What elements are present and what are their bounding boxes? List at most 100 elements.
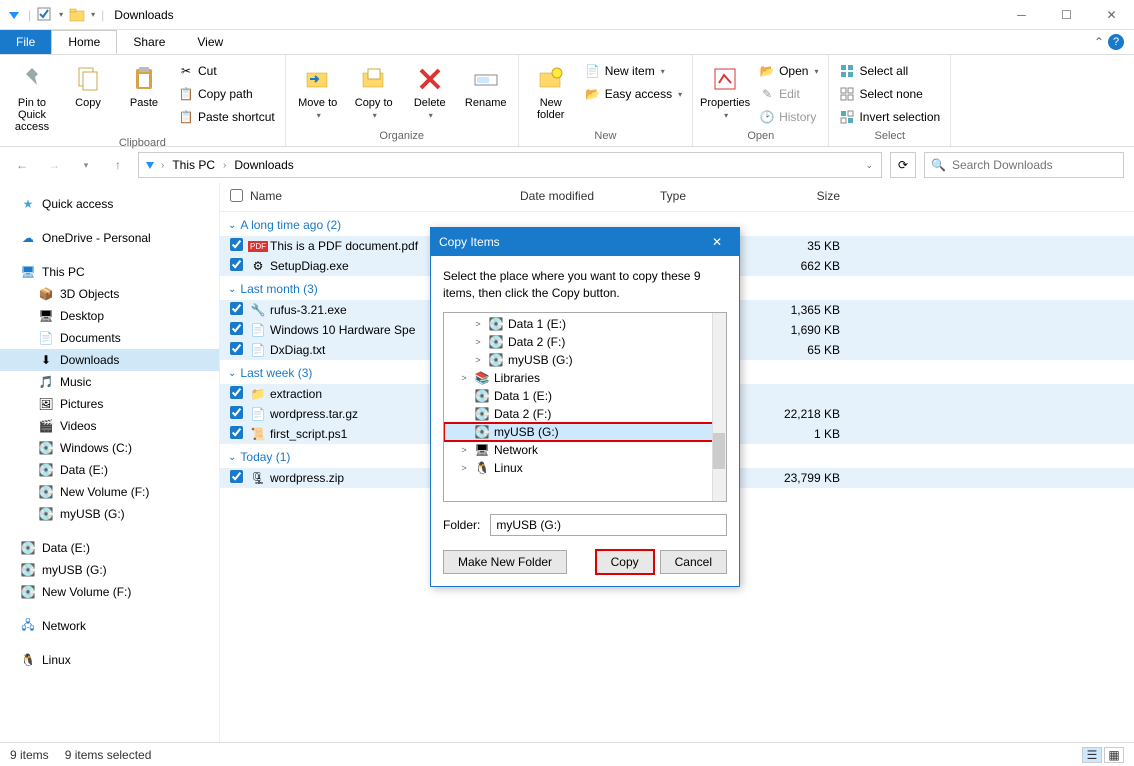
expand-icon[interactable]: > xyxy=(472,355,484,365)
tab-share[interactable]: Share xyxy=(117,30,181,54)
nav-onedrive[interactable]: ☁OneDrive - Personal xyxy=(0,227,219,249)
maximize-button[interactable]: ☐ xyxy=(1044,0,1089,30)
tree-item-linux[interactable]: >🐧Linux xyxy=(444,459,726,477)
tree-item-data-1-e-[interactable]: 💽Data 1 (E:) xyxy=(444,387,726,405)
nav-item-data-e-[interactable]: 💽Data (E:) xyxy=(0,459,219,481)
cut-button[interactable]: ✂Cut xyxy=(174,61,279,81)
dialog-close-button[interactable]: ✕ xyxy=(703,228,731,256)
nav-item-new-volume-f-[interactable]: 💽New Volume (F:) xyxy=(0,481,219,503)
scrollbar-thumb[interactable] xyxy=(713,433,725,469)
row-checkbox[interactable] xyxy=(230,322,243,335)
nav-item-windows-c-[interactable]: 💽Windows (C:) xyxy=(0,437,219,459)
tree-item-data-2-f-[interactable]: >💽Data 2 (F:) xyxy=(444,333,726,351)
expand-icon[interactable]: > xyxy=(472,319,484,329)
up-button[interactable]: ↑ xyxy=(106,153,130,177)
pin-button[interactable]: Pin to Quick access xyxy=(6,61,58,135)
cancel-button[interactable]: Cancel xyxy=(660,550,727,574)
nav-item-desktop[interactable]: 🖥Desktop xyxy=(0,305,219,327)
nav-item-documents[interactable]: 📄Documents xyxy=(0,327,219,349)
copy-path-button[interactable]: 📋Copy path xyxy=(174,84,279,104)
expand-icon[interactable]: > xyxy=(458,445,470,455)
paste-button[interactable]: Paste xyxy=(118,61,170,111)
search-input[interactable] xyxy=(952,158,1117,172)
make-new-folder-button[interactable]: Make New Folder xyxy=(443,550,567,574)
tab-view[interactable]: View xyxy=(181,30,239,54)
col-name[interactable]: Name xyxy=(250,189,520,205)
tree-item-myusb-g-[interactable]: 💽myUSB (G:) xyxy=(444,423,726,441)
back-button[interactable]: ← xyxy=(10,153,34,177)
row-checkbox[interactable] xyxy=(230,342,243,355)
tab-home[interactable]: Home xyxy=(51,30,117,54)
row-checkbox[interactable] xyxy=(230,238,243,251)
view-icons-button[interactable]: ▦ xyxy=(1104,747,1124,763)
row-checkbox[interactable] xyxy=(230,470,243,483)
tree-item-myusb-g-[interactable]: >💽myUSB (G:) xyxy=(444,351,726,369)
chevron-icon[interactable]: › xyxy=(223,160,226,171)
tree-item-network[interactable]: >🖥Network xyxy=(444,441,726,459)
nav-linux[interactable]: 🐧Linux xyxy=(0,649,219,671)
dialog-tree[interactable]: >💽Data 1 (E:)>💽Data 2 (F:)>💽myUSB (G:)>📚… xyxy=(443,312,727,502)
nav-drive-new-volume-f-[interactable]: 💽New Volume (F:) xyxy=(0,581,219,603)
easy-access-button[interactable]: 📂Easy access xyxy=(581,84,686,104)
row-checkbox[interactable] xyxy=(230,426,243,439)
properties-button[interactable]: Properties xyxy=(699,61,751,122)
crumb-thispc[interactable]: This PC xyxy=(168,156,219,174)
chevron-icon[interactable]: › xyxy=(161,160,164,171)
help-icon[interactable]: ? xyxy=(1108,34,1124,50)
scrollbar-track[interactable] xyxy=(712,313,726,501)
recent-button[interactable]: ▾ xyxy=(74,153,98,177)
nav-item-3d-objects[interactable]: 📦3D Objects xyxy=(0,283,219,305)
paste-shortcut-button[interactable]: 📋Paste shortcut xyxy=(174,107,279,127)
history-button[interactable]: 🕑History xyxy=(755,107,822,127)
row-checkbox[interactable] xyxy=(230,302,243,315)
dialog-titlebar[interactable]: Copy Items ✕ xyxy=(431,228,739,256)
expand-icon[interactable]: > xyxy=(458,463,470,473)
nav-drive-data-e-[interactable]: 💽Data (E:) xyxy=(0,537,219,559)
delete-button[interactable]: Delete xyxy=(404,61,456,122)
rename-button[interactable]: Rename xyxy=(460,61,512,111)
nav-drive-myusb-g-[interactable]: 💽myUSB (G:) xyxy=(0,559,219,581)
nav-thispc[interactable]: 🖥This PC xyxy=(0,261,219,283)
breadcrumb-dropdown-icon[interactable]: ⌄ xyxy=(865,160,873,171)
nav-item-downloads[interactable]: ⬇Downloads xyxy=(0,349,219,371)
search-box[interactable]: 🔍 xyxy=(924,152,1124,178)
tree-item-data-1-e-[interactable]: >💽Data 1 (E:) xyxy=(444,315,726,333)
row-checkbox[interactable] xyxy=(230,258,243,271)
copy-to-button[interactable]: Copy to xyxy=(348,61,400,122)
nav-item-music[interactable]: 🎵Music xyxy=(0,371,219,393)
move-to-button[interactable]: Move to xyxy=(292,61,344,122)
nav-network[interactable]: 🖧Network xyxy=(0,615,219,637)
ribbon-collapse-icon[interactable]: ⌃ xyxy=(1094,35,1104,49)
close-button[interactable]: ✕ xyxy=(1089,0,1134,30)
invert-selection-button[interactable]: Invert selection xyxy=(835,107,944,127)
folder-input[interactable] xyxy=(490,514,727,536)
nav-item-myusb-g-[interactable]: 💽myUSB (G:) xyxy=(0,503,219,525)
col-size[interactable]: Size xyxy=(780,189,860,205)
nav-item-pictures[interactable]: 🖼Pictures xyxy=(0,393,219,415)
expand-icon[interactable]: > xyxy=(458,373,470,383)
col-date[interactable]: Date modified xyxy=(520,189,660,205)
expand-icon[interactable]: > xyxy=(472,337,484,347)
crumb-downloads[interactable]: Downloads xyxy=(230,156,297,174)
row-checkbox[interactable] xyxy=(230,406,243,419)
tree-item-data-2-f-[interactable]: 💽Data 2 (F:) xyxy=(444,405,726,423)
col-type[interactable]: Type xyxy=(660,189,780,205)
copy-confirm-button[interactable]: Copy xyxy=(596,550,654,574)
copy-button[interactable]: Copy xyxy=(62,61,114,111)
forward-button[interactable]: → xyxy=(42,153,66,177)
refresh-button[interactable]: ⟳ xyxy=(890,152,916,178)
qat-dropdown-icon[interactable]: ▾ xyxy=(59,10,63,19)
qat-dropdown2-icon[interactable]: ▾ xyxy=(91,10,95,19)
edit-button[interactable]: ✎Edit xyxy=(755,84,822,104)
down-arrow-icon[interactable] xyxy=(6,7,22,23)
tab-file[interactable]: File xyxy=(0,30,51,54)
minimize-button[interactable]: ─ xyxy=(999,0,1044,30)
new-folder-button[interactable]: New folder xyxy=(525,61,577,123)
nav-quick-access[interactable]: ★Quick access xyxy=(0,193,219,215)
select-all-button[interactable]: Select all xyxy=(835,61,944,81)
select-all-checkbox[interactable] xyxy=(230,189,243,202)
view-details-button[interactable]: ☰ xyxy=(1082,747,1102,763)
checkbox-toggle-icon[interactable] xyxy=(37,7,53,23)
select-none-button[interactable]: Select none xyxy=(835,84,944,104)
tree-item-libraries[interactable]: >📚Libraries xyxy=(444,369,726,387)
